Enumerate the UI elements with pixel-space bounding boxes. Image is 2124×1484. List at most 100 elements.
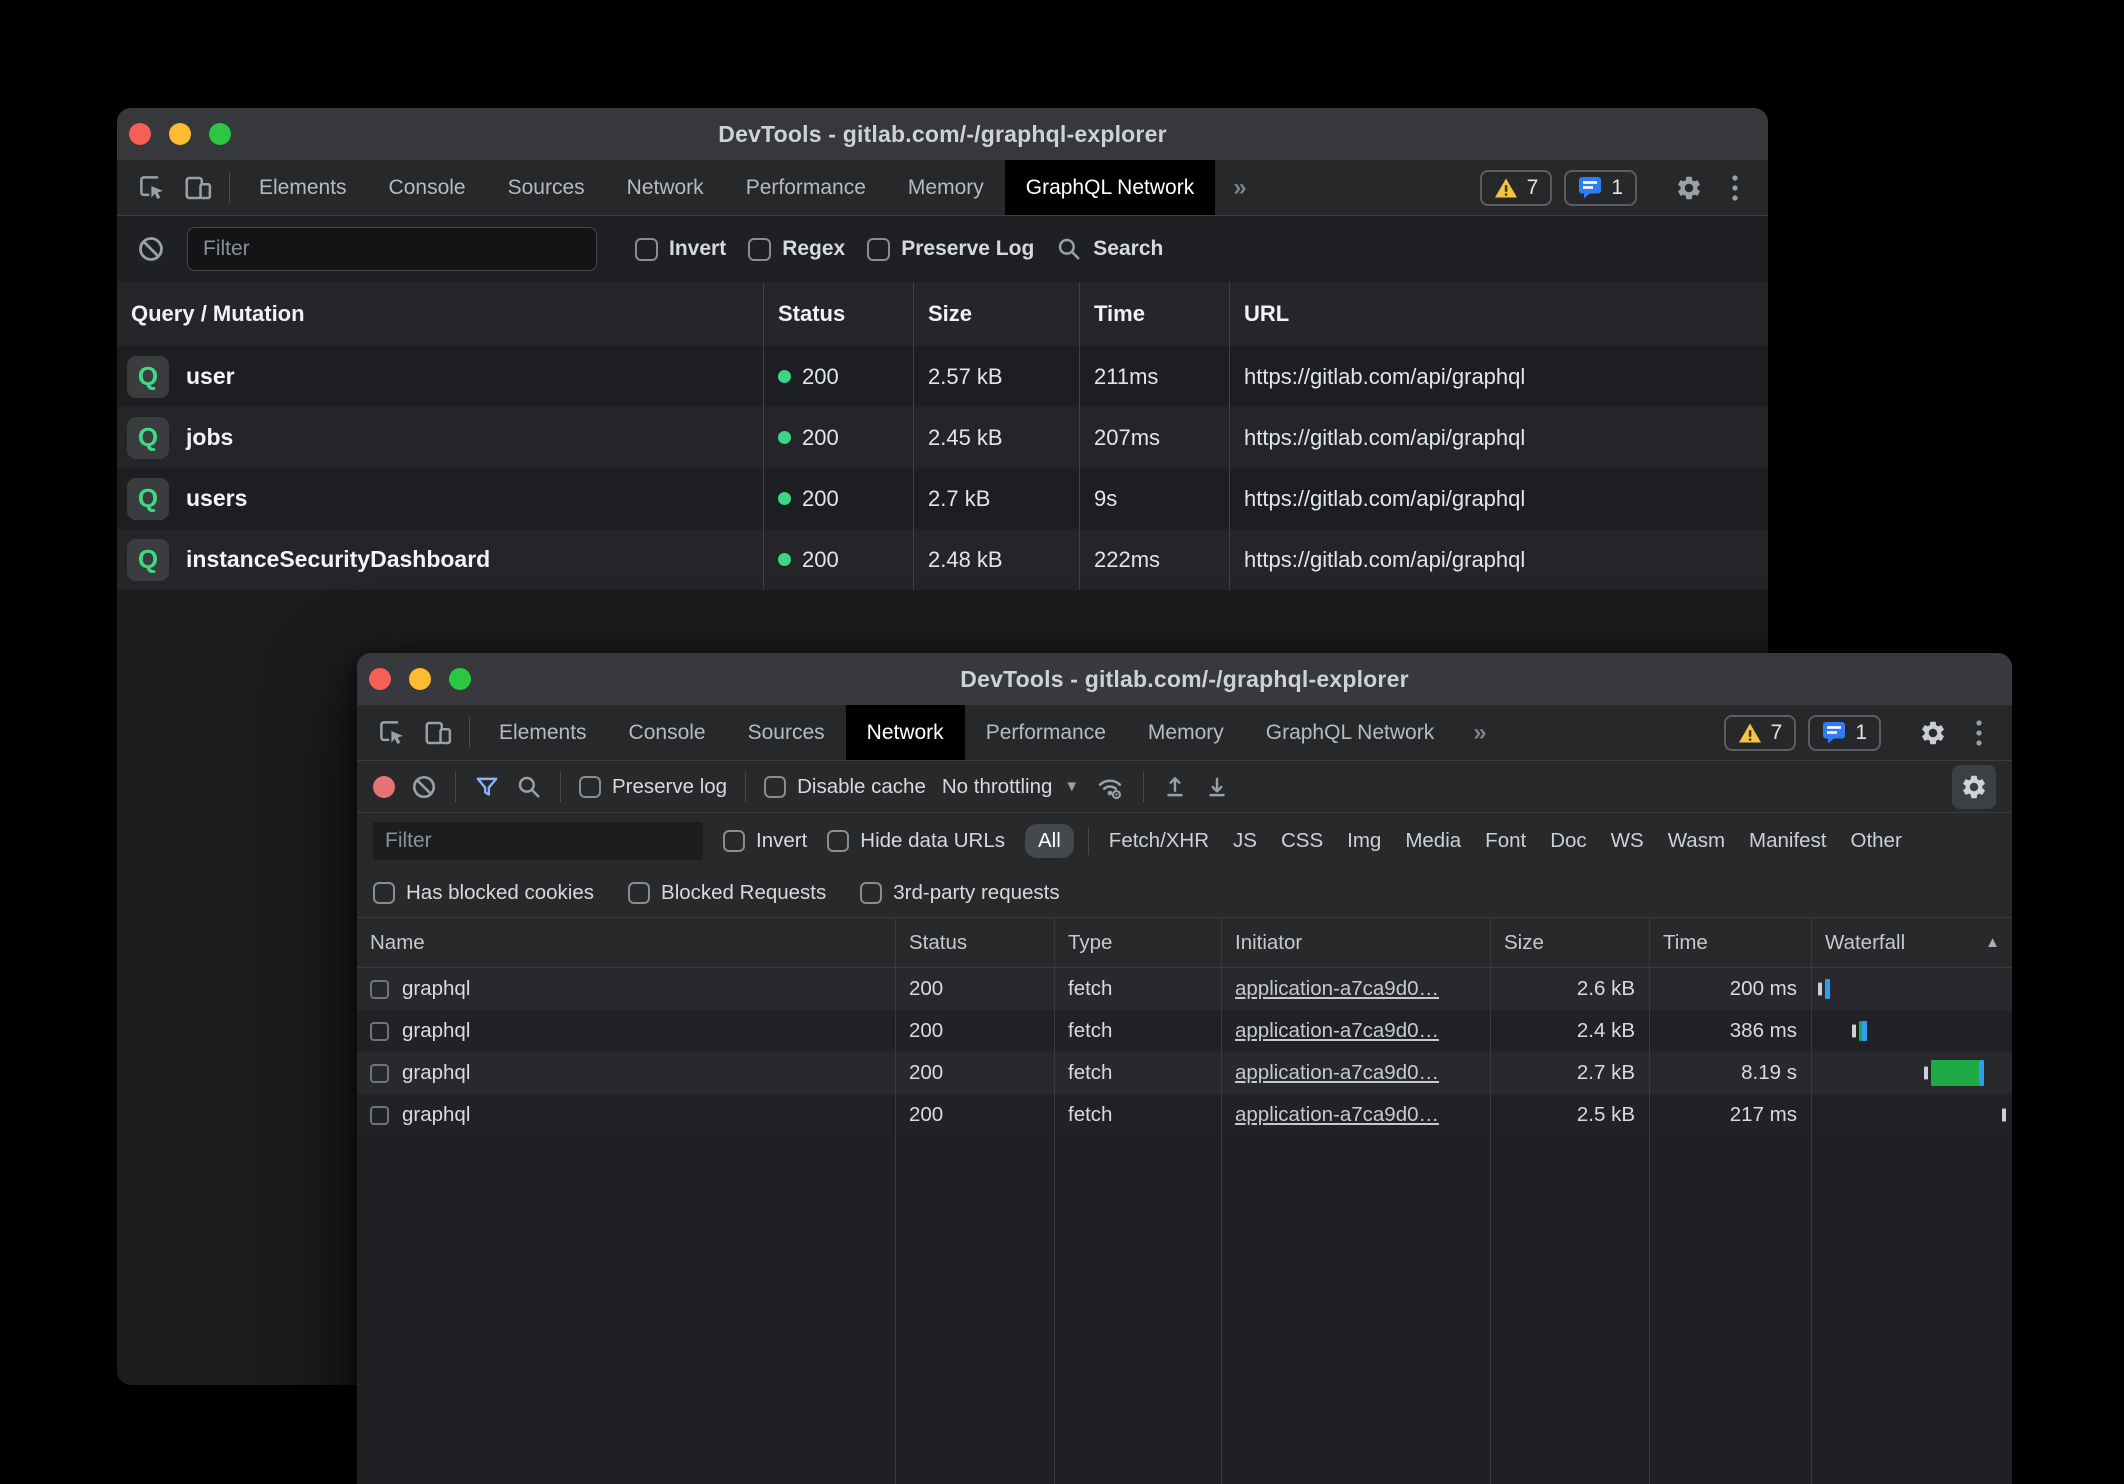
invert-checkbox-control[interactable]: Invert [635,237,726,261]
waterfall-cell[interactable] [1812,1010,2012,1052]
header-type[interactable]: Type [1055,918,1222,967]
regex-checkbox-control[interactable]: Regex [748,237,845,261]
settings-button[interactable] [1914,719,1952,747]
header-initiator[interactable]: Initiator [1222,918,1491,967]
third-party-requests-control[interactable]: 3rd-party requests [860,881,1059,905]
type-filter-fetch-xhr[interactable]: Fetch/XHR [1103,824,1215,858]
header-time[interactable]: Time [1080,282,1230,346]
zoom-button[interactable] [209,123,231,145]
zoom-button[interactable] [449,668,471,690]
type-filter-other[interactable]: Other [1845,824,1908,858]
hide-data-urls-checkbox[interactable] [827,830,849,852]
more-options-button[interactable] [1720,174,1750,202]
invert-control[interactable]: Invert [723,829,807,853]
header-status[interactable]: Status [896,918,1055,967]
search-icon[interactable] [516,774,542,800]
tab-graphql-network[interactable]: GraphQL Network [1245,705,1455,760]
request-row[interactable]: graphql 200 fetch application-a7ca9d0… 2… [357,968,2012,1010]
more-options-button[interactable] [1964,719,1994,747]
invert-checkbox[interactable] [635,238,658,261]
import-har-icon[interactable] [1162,774,1188,800]
export-har-icon[interactable] [1204,774,1230,800]
row-checkbox[interactable] [370,1022,389,1041]
close-button[interactable] [369,668,391,690]
third-party-requests-checkbox[interactable] [860,882,882,904]
table-row[interactable]: Q user 200 2.57 kB 211ms https://gitlab.… [117,346,1768,407]
device-toolbar-button[interactable] [175,160,221,215]
type-filter-font[interactable]: Font [1479,824,1532,858]
blocked-requests-control[interactable]: Blocked Requests [628,881,826,905]
filter-input[interactable] [187,227,597,271]
row-checkbox[interactable] [370,1064,389,1083]
header-time[interactable]: Time [1650,918,1812,967]
tab-memory[interactable]: Memory [887,160,1005,215]
waterfall-cell[interactable] [1812,1052,2012,1094]
warnings-badge[interactable]: 7 [1724,715,1797,751]
filter-input[interactable] [373,822,703,860]
request-row[interactable]: graphql 200 fetch application-a7ca9d0… 2… [357,1010,2012,1052]
clear-icon[interactable] [137,235,165,263]
header-size[interactable]: Size [1491,918,1650,967]
type-filter-js[interactable]: JS [1227,824,1263,858]
has-blocked-cookies-checkbox[interactable] [373,882,395,904]
initiator-link[interactable]: application-a7ca9d0… [1235,1103,1439,1127]
network-settings-button[interactable] [1952,765,1996,809]
device-toolbar-button[interactable] [415,705,461,760]
row-checkbox[interactable] [370,980,389,999]
tab-performance[interactable]: Performance [725,160,887,215]
minimize-button[interactable] [409,668,431,690]
initiator-link[interactable]: application-a7ca9d0… [1235,1061,1439,1085]
throttling-dropdown[interactable]: No throttling ▼ [942,775,1079,799]
disable-cache-control[interactable]: Disable cache [764,775,926,799]
preserve-log-control[interactable]: Preserve log [579,775,727,799]
type-filter-manifest[interactable]: Manifest [1743,824,1832,858]
tab-network[interactable]: Network [606,160,725,215]
inspect-element-button[interactable] [369,705,415,760]
hide-data-urls-control[interactable]: Hide data URLs [827,829,1005,853]
more-tabs-button[interactable]: » [1455,705,1502,760]
more-tabs-button[interactable]: » [1215,160,1262,215]
settings-button[interactable] [1670,174,1708,202]
network-conditions-icon[interactable] [1095,773,1125,801]
header-size[interactable]: Size [914,282,1080,346]
type-filter-media[interactable]: Media [1399,824,1467,858]
close-button[interactable] [129,123,151,145]
invert-checkbox[interactable] [723,830,745,852]
waterfall-cell[interactable] [1812,968,2012,1010]
issues-badge[interactable]: 1 [1564,170,1637,206]
tab-network[interactable]: Network [846,705,965,760]
header-url[interactable]: URL [1230,282,1768,346]
header-waterfall[interactable]: Waterfall ▲ [1812,918,2012,967]
preserve-log-checkbox[interactable] [579,776,601,798]
tab-console[interactable]: Console [368,160,487,215]
warnings-badge[interactable]: 7 [1480,170,1553,206]
record-button[interactable] [373,776,395,798]
waterfall-cell[interactable] [1812,1094,2012,1136]
initiator-link[interactable]: application-a7ca9d0… [1235,1019,1439,1043]
search-control[interactable]: Search [1056,236,1163,262]
type-filter-doc[interactable]: Doc [1544,824,1592,858]
issues-badge[interactable]: 1 [1808,715,1881,751]
tab-sources[interactable]: Sources [727,705,846,760]
type-filter-ws[interactable]: WS [1605,824,1650,858]
minimize-button[interactable] [169,123,191,145]
tab-elements[interactable]: Elements [478,705,608,760]
row-checkbox[interactable] [370,1106,389,1125]
has-blocked-cookies-control[interactable]: Has blocked cookies [373,881,594,905]
inspect-element-button[interactable] [129,160,175,215]
tab-console[interactable]: Console [608,705,727,760]
disable-cache-checkbox[interactable] [764,776,786,798]
header-query-mutation[interactable]: Query / Mutation [117,282,764,346]
preserve-log-checkbox-control[interactable]: Preserve Log [867,237,1034,261]
table-row[interactable]: Q instanceSecurityDashboard 200 2.48 kB … [117,529,1768,590]
type-filter-all[interactable]: All [1025,824,1074,858]
type-filter-img[interactable]: Img [1341,824,1387,858]
clear-icon[interactable] [411,774,437,800]
titlebar[interactable]: DevTools - gitlab.com/-/graphql-explorer [117,108,1768,160]
request-row[interactable]: graphql 200 fetch application-a7ca9d0… 2… [357,1052,2012,1094]
header-status[interactable]: Status [764,282,914,346]
initiator-link[interactable]: application-a7ca9d0… [1235,977,1439,1001]
type-filter-css[interactable]: CSS [1275,824,1329,858]
blocked-requests-checkbox[interactable] [628,882,650,904]
table-row[interactable]: Q jobs 200 2.45 kB 207ms https://gitlab.… [117,407,1768,468]
